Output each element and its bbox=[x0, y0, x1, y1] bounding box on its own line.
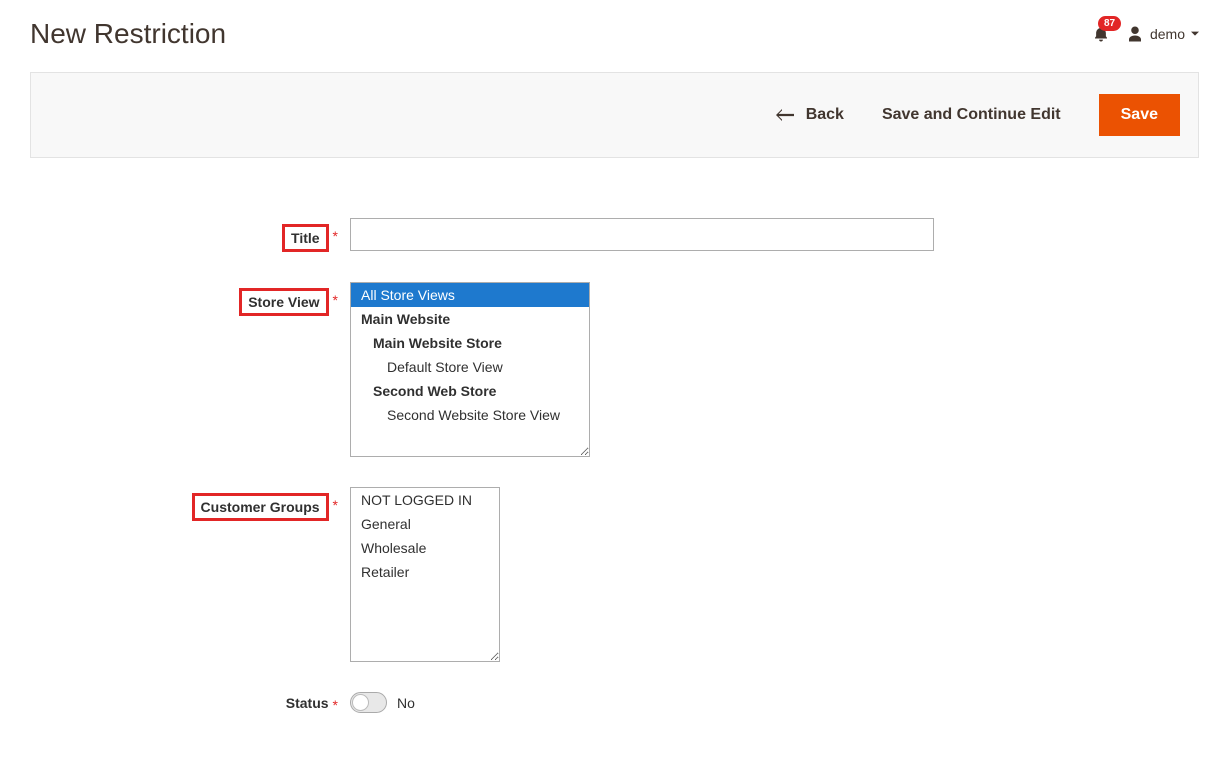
header-right: 87 demo bbox=[1092, 25, 1199, 43]
customer-group-option[interactable]: Wholesale bbox=[351, 536, 499, 560]
page-title: New Restriction bbox=[30, 18, 226, 50]
field-label-col: Status * bbox=[30, 693, 338, 713]
page-header: New Restriction 87 demo bbox=[0, 0, 1229, 72]
field-input-col bbox=[338, 218, 934, 251]
store-view-option[interactable]: All Store Views bbox=[351, 283, 589, 307]
customer-groups-select[interactable]: NOT LOGGED INGeneralWholesaleRetailer bbox=[350, 487, 500, 662]
store-view-option[interactable]: Second Website Store View bbox=[351, 403, 589, 427]
customer-groups-label: Customer Groups bbox=[192, 493, 329, 521]
customer-group-option[interactable]: General bbox=[351, 512, 499, 536]
field-status: Status * No bbox=[30, 692, 1199, 713]
field-store-view: Store View * All Store ViewsMain Website… bbox=[30, 282, 1199, 457]
user-menu[interactable]: demo bbox=[1126, 25, 1199, 43]
actions-bar: Back Save and Continue Edit Save bbox=[30, 72, 1199, 158]
status-toggle[interactable] bbox=[350, 692, 387, 713]
status-value-label: No bbox=[397, 695, 415, 711]
status-label: Status bbox=[286, 695, 329, 711]
title-input[interactable] bbox=[350, 218, 934, 251]
customer-group-option[interactable]: NOT LOGGED IN bbox=[351, 488, 499, 512]
username-label: demo bbox=[1150, 26, 1185, 42]
back-button[interactable]: Back bbox=[776, 106, 844, 124]
field-title: Title * bbox=[30, 218, 1199, 252]
store-view-option[interactable]: Second Web Store bbox=[351, 379, 589, 403]
back-label: Back bbox=[806, 106, 844, 124]
store-view-option[interactable]: Default Store View bbox=[351, 355, 589, 379]
store-view-option[interactable]: Main Website bbox=[351, 307, 589, 331]
field-input-col: All Store ViewsMain WebsiteMain Website … bbox=[338, 282, 590, 457]
store-view-select[interactable]: All Store ViewsMain WebsiteMain Website … bbox=[350, 282, 590, 457]
save-and-continue-button[interactable]: Save and Continue Edit bbox=[882, 106, 1061, 124]
user-icon bbox=[1126, 25, 1144, 43]
field-label-col: Customer Groups * bbox=[30, 487, 338, 521]
field-label-col: Title * bbox=[30, 218, 338, 252]
store-view-option[interactable]: Main Website Store bbox=[351, 331, 589, 355]
store-view-label: Store View bbox=[239, 288, 328, 316]
arrow-left-icon bbox=[776, 108, 794, 122]
title-label: Title bbox=[282, 224, 329, 252]
field-input-col: NOT LOGGED INGeneralWholesaleRetailer bbox=[338, 487, 500, 662]
toggle-knob bbox=[352, 694, 369, 711]
field-label-col: Store View * bbox=[30, 282, 338, 316]
customer-group-option[interactable]: Retailer bbox=[351, 560, 499, 584]
save-button[interactable]: Save bbox=[1099, 94, 1180, 136]
chevron-down-icon bbox=[1191, 30, 1199, 38]
field-customer-groups: Customer Groups * NOT LOGGED INGeneralWh… bbox=[30, 487, 1199, 662]
notifications-button[interactable]: 87 bbox=[1092, 25, 1110, 43]
notification-count-badge: 87 bbox=[1098, 16, 1121, 31]
field-input-col: No bbox=[338, 692, 415, 713]
form-area: Title * Store View * All Store ViewsMain… bbox=[0, 158, 1229, 783]
